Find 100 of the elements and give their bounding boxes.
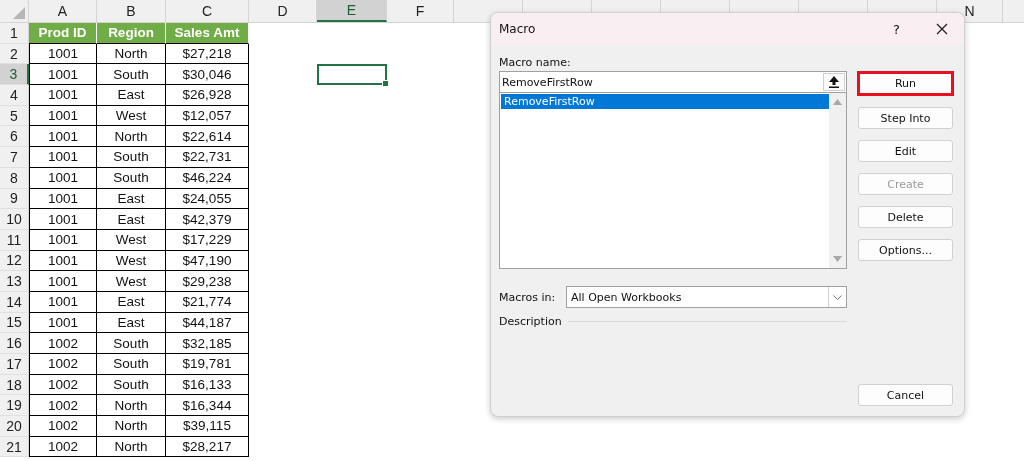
dialog-button[interactable]: Run: [857, 71, 954, 96]
column-header[interactable]: E: [317, 0, 387, 22]
row-header[interactable]: 21: [0, 436, 29, 458]
row-header[interactable]: 14: [0, 291, 29, 313]
help-button[interactable]: ?: [893, 21, 900, 37]
row-header[interactable]: 19: [0, 395, 29, 417]
table-cell: 1001: [29, 271, 97, 292]
table-cell: 1002: [29, 354, 97, 375]
row-header[interactable]: 20: [0, 416, 29, 437]
dialog-button[interactable]: Step Into: [858, 107, 953, 129]
table-cell: $22,731: [166, 147, 249, 168]
dialog-button[interactable]: Edit: [858, 140, 953, 162]
table-cell: 1001: [29, 43, 97, 65]
table-cell: $32,185: [166, 333, 249, 354]
upload-arrow-icon: [829, 76, 839, 88]
row-header[interactable]: 1: [0, 23, 29, 44]
cancel-button[interactable]: Cancel: [858, 384, 953, 406]
table-cell: East: [97, 85, 166, 106]
column-heading-cell: Region: [97, 23, 166, 44]
table-cell: East: [97, 188, 166, 210]
row-header[interactable]: 8: [0, 167, 29, 189]
active-cell[interactable]: [317, 64, 387, 86]
table-cell: North: [97, 43, 166, 65]
column-header[interactable]: F: [387, 0, 454, 22]
field-label: Macros in:: [499, 290, 557, 304]
table-cell: $46,224: [166, 167, 249, 189]
scrollbar[interactable]: [829, 93, 846, 268]
table-cell: $16,344: [166, 395, 249, 417]
row-header[interactable]: 4: [0, 85, 29, 106]
table-cell: 1002: [29, 395, 97, 417]
row-header[interactable]: 9: [0, 188, 29, 210]
table-cell: South: [97, 64, 166, 86]
dropdown[interactable]: All Open Workbooks: [566, 286, 847, 308]
table-cell: $44,187: [166, 312, 249, 334]
table-cell: 1001: [29, 250, 97, 272]
input-field[interactable]: RemoveFirstRow: [499, 71, 847, 93]
table-cell: 1001: [29, 312, 97, 334]
table-cell: South: [97, 374, 166, 396]
row-header[interactable]: 7: [0, 147, 29, 168]
row-header[interactable]: 6: [0, 126, 29, 148]
row-header[interactable]: 17: [0, 354, 29, 375]
scroll-up-icon[interactable]: [833, 99, 842, 105]
table-cell: $19,781: [166, 354, 249, 375]
table-cell: North: [97, 395, 166, 417]
column-header[interactable]: A: [29, 0, 97, 22]
table-cell: 1001: [29, 291, 97, 313]
row-header[interactable]: 13: [0, 271, 29, 292]
select-all-icon[interactable]: [13, 7, 25, 19]
table-cell: $47,190: [166, 250, 249, 272]
table-cell: 1002: [29, 333, 97, 354]
row-header[interactable]: 18: [0, 374, 29, 396]
table-cell: $26,928: [166, 85, 249, 106]
field-label: Macro name:: [499, 54, 572, 71]
table-cell: $39,115: [166, 416, 249, 437]
table-cell: $12,057: [166, 105, 249, 127]
collapse-button[interactable]: [823, 73, 845, 91]
dialog-button[interactable]: Delete: [858, 206, 953, 228]
table-cell: South: [97, 147, 166, 168]
table-cell: 1001: [29, 167, 97, 189]
row-header[interactable]: 3: [0, 64, 29, 86]
table-cell: 1002: [29, 374, 97, 396]
table-cell: 1001: [29, 209, 97, 230]
table-cell: South: [97, 354, 166, 375]
table-cell: $16,133: [166, 374, 249, 396]
table-cell: $29,238: [166, 271, 249, 292]
table-cell: West: [97, 271, 166, 292]
close-icon[interactable]: [936, 23, 948, 35]
table-cell: $21,774: [166, 291, 249, 313]
column-header[interactable]: C: [166, 0, 249, 22]
table-cell: East: [97, 291, 166, 313]
row-header[interactable]: 10: [0, 209, 29, 230]
table-cell: West: [97, 250, 166, 272]
list-item[interactable]: RemoveFirstRow: [501, 94, 829, 109]
table-cell: East: [97, 312, 166, 334]
table-cell: West: [97, 229, 166, 251]
window-title: Macro: [499, 22, 537, 36]
table-cell: West: [97, 105, 166, 127]
table-cell: 1001: [29, 229, 97, 251]
row-header[interactable]: 2: [0, 43, 29, 65]
table-cell: 1002: [29, 416, 97, 437]
column-heading-cell: Prod ID: [29, 23, 97, 44]
table-cell: $42,379: [166, 209, 249, 230]
row-header[interactable]: 5: [0, 105, 29, 127]
row-header[interactable]: 11: [0, 229, 29, 251]
row-header[interactable]: 12: [0, 250, 29, 272]
dialog-button[interactable]: Options...: [858, 239, 953, 261]
column-heading-cell: Sales Amt: [166, 23, 249, 44]
table-cell: $28,217: [166, 436, 249, 458]
table-cell: $17,229: [166, 229, 249, 251]
table-cell: North: [97, 416, 166, 437]
table-cell: 1001: [29, 147, 97, 168]
table-cell: 1001: [29, 64, 97, 86]
scroll-down-icon[interactable]: [833, 256, 842, 262]
table-cell: 1001: [29, 85, 97, 106]
section-label: Description: [499, 314, 562, 328]
table-cell: 1001: [29, 188, 97, 210]
column-header[interactable]: B: [97, 0, 166, 22]
row-header[interactable]: 15: [0, 312, 29, 334]
row-header[interactable]: 16: [0, 333, 29, 354]
table-cell: South: [97, 167, 166, 189]
